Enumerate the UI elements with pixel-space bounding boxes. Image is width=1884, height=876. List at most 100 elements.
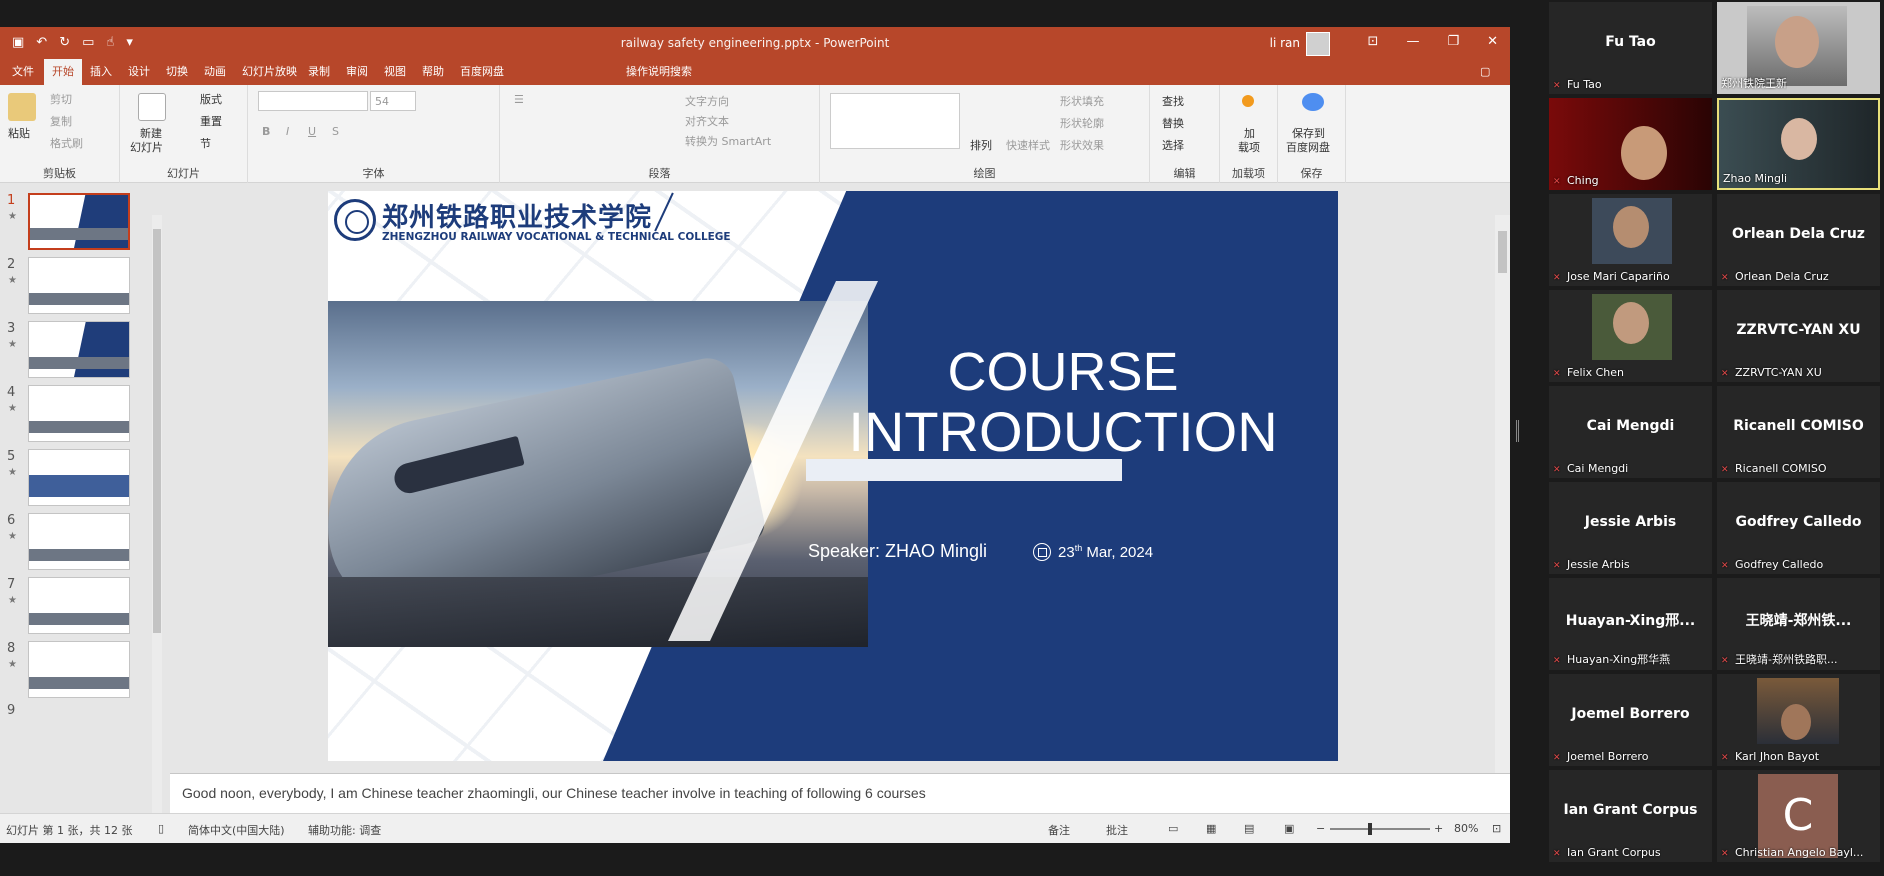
slide-title-line1[interactable]: COURSE xyxy=(778,341,1338,403)
tab-design[interactable]: 设计 xyxy=(120,59,158,85)
convert-smartart-button[interactable]: 转换为 SmartArt xyxy=(685,133,771,149)
addins-button-line2[interactable]: 载项 xyxy=(1238,139,1260,155)
comments-icon[interactable]: ▢ xyxy=(1472,59,1498,85)
replace-button[interactable]: 替换 xyxy=(1162,115,1184,131)
quick-styles-button[interactable]: 快速样式 xyxy=(1006,137,1050,153)
comments-button[interactable]: 批注 xyxy=(1106,822,1128,838)
language-indicator[interactable]: 简体中文(中国大陆) xyxy=(188,822,285,838)
participant-tile[interactable]: Cai Mengdi ✕ Cai Mengdi xyxy=(1549,386,1712,478)
slide-thumbnail[interactable] xyxy=(28,449,130,506)
tab-review[interactable]: 审阅 xyxy=(338,59,376,85)
shapes-gallery[interactable] xyxy=(830,93,960,149)
ribbon-display-icon[interactable]: ⊡ xyxy=(1368,34,1379,49)
shape-fill-button[interactable]: 形状填充 xyxy=(1060,93,1104,109)
paste-button[interactable]: 粘贴 xyxy=(8,125,30,141)
participant-tile[interactable]: ✕ Ching xyxy=(1549,98,1712,190)
slide-sorter-icon[interactable]: ▦ xyxy=(1206,822,1216,835)
bold-icon[interactable]: B xyxy=(262,125,270,138)
participant-tile[interactable]: 郑州铁院王新 xyxy=(1717,2,1880,94)
font-size-input[interactable]: 54 xyxy=(370,91,416,111)
normal-view-icon[interactable]: ▭ xyxy=(1168,822,1178,835)
slide-thumbnail[interactable] xyxy=(28,193,130,250)
font-family-input[interactable] xyxy=(258,91,368,111)
slide-scrollbar[interactable] xyxy=(1495,215,1510,805)
shape-outline-button[interactable]: 形状轮廓 xyxy=(1060,115,1104,131)
speaker-notes-pane[interactable]: Good noon, everybody, I am Chinese teach… xyxy=(170,773,1510,813)
format-painter-button[interactable]: 格式刷 xyxy=(50,135,83,151)
participant-tile-active-speaker[interactable]: Zhao Mingli xyxy=(1717,98,1880,190)
participant-tile[interactable]: ✕ Jose Mari Capariño xyxy=(1549,194,1712,286)
slide-thumbnail[interactable] xyxy=(28,385,130,442)
slide-thumbnail[interactable] xyxy=(28,513,130,570)
section-button[interactable]: 节 xyxy=(200,135,211,151)
user-name[interactable]: li ran xyxy=(1270,36,1300,50)
italic-icon[interactable]: I xyxy=(286,125,289,138)
speaker-text[interactable]: Speaker: ZHAO Mingli xyxy=(808,541,987,562)
addins-icon[interactable] xyxy=(1242,95,1254,107)
layout-button[interactable]: 版式 xyxy=(200,91,222,107)
cut-button[interactable]: 剪切 xyxy=(50,91,72,107)
date-text[interactable]: 23th Mar, 2024 xyxy=(1058,543,1153,561)
tab-animations[interactable]: 动画 xyxy=(196,59,234,85)
participant-tile[interactable]: Fu Tao ✕ Fu Tao xyxy=(1549,2,1712,94)
participant-tile[interactable]: 王晓靖-郑州铁... ✕ 王晓靖-郑州铁路职... xyxy=(1717,578,1880,670)
tab-record[interactable]: 录制 xyxy=(300,59,338,85)
close-icon[interactable]: ✕ xyxy=(1487,34,1498,49)
slide-thumbnail[interactable] xyxy=(28,577,130,634)
reset-button[interactable]: 重置 xyxy=(200,113,222,129)
participant-tile[interactable]: Ian Grant Corpus ✕ Ian Grant Corpus xyxy=(1549,770,1712,862)
reading-view-icon[interactable]: ▤ xyxy=(1244,822,1254,835)
participant-tile[interactable]: ✕ Karl Jhon Bayot xyxy=(1717,674,1880,766)
slide-title-line2[interactable]: INTRODUCTION xyxy=(778,399,1338,464)
tab-insert[interactable]: 插入 xyxy=(82,59,120,85)
baidu-cloud-icon[interactable] xyxy=(1302,93,1324,111)
new-slide-icon[interactable] xyxy=(138,93,166,121)
tell-me-search[interactable]: 操作说明搜索 xyxy=(618,59,700,85)
participant-tile[interactable]: Huayan-Xing邢... ✕ Huayan-Xing邢华燕 xyxy=(1549,578,1712,670)
zoom-out-icon[interactable]: − xyxy=(1316,822,1325,835)
participant-tile[interactable]: Joemel Borrero ✕ Joemel Borrero xyxy=(1549,674,1712,766)
tab-slideshow[interactable]: 幻灯片放映 xyxy=(234,59,305,85)
slide-thumbnail[interactable] xyxy=(28,321,130,378)
text-direction-button[interactable]: 文字方向 xyxy=(685,93,729,109)
panel-resize-handle[interactable] xyxy=(1516,420,1519,442)
accessibility-status[interactable]: 辅助功能: 调查 xyxy=(308,822,381,838)
tab-home[interactable]: 开始 xyxy=(44,59,82,85)
new-slide-button-line2[interactable]: 幻灯片 xyxy=(130,139,163,155)
save-to-baidu-button-line2[interactable]: 百度网盘 xyxy=(1286,139,1330,155)
current-slide[interactable]: 郑州铁路职业技术学院 ZHENGZHOU RAILWAY VOCATIONAL … xyxy=(328,191,1338,761)
bullets-icon[interactable]: ☰ xyxy=(514,93,524,106)
tab-transitions[interactable]: 切换 xyxy=(158,59,196,85)
copy-button[interactable]: 复制 xyxy=(50,113,72,129)
shadow-icon[interactable]: S xyxy=(332,125,339,138)
underline-icon[interactable]: U xyxy=(308,125,316,138)
participant-tile[interactable]: Godfrey Calledo ✕ Godfrey Calledo xyxy=(1717,482,1880,574)
notes-button[interactable]: 备注 xyxy=(1048,822,1070,838)
participant-tile[interactable]: ✕ Felix Chen xyxy=(1549,290,1712,382)
speaker-notes-text[interactable]: Good noon, everybody, I am Chinese teach… xyxy=(182,785,926,801)
restore-icon[interactable]: ❐ xyxy=(1447,34,1459,49)
proofing-icon[interactable]: ▯ xyxy=(158,822,164,835)
participant-tile[interactable]: Ricanell COMISO ✕ Ricanell COMISO xyxy=(1717,386,1880,478)
participant-tile[interactable]: ZZRVTC-YAN XU ✕ ZZRVTC-YAN XU xyxy=(1717,290,1880,382)
slide-thumbnail[interactable] xyxy=(28,641,130,698)
zoom-level[interactable]: 80% xyxy=(1454,822,1478,835)
paste-icon[interactable] xyxy=(8,93,36,121)
select-button[interactable]: 选择 xyxy=(1162,137,1184,153)
participant-tile[interactable]: C ✕ Christian Angelo Bayl... xyxy=(1717,770,1880,862)
tab-file[interactable]: 文件 xyxy=(4,59,42,85)
fit-to-window-icon[interactable]: ⊡ xyxy=(1492,822,1501,835)
find-button[interactable]: 查找 xyxy=(1162,93,1184,109)
user-avatar[interactable] xyxy=(1306,32,1330,56)
shape-effects-button[interactable]: 形状效果 xyxy=(1060,137,1104,153)
tab-view[interactable]: 视图 xyxy=(376,59,414,85)
zoom-in-icon[interactable]: + xyxy=(1434,822,1443,835)
thumbnail-scrollbar[interactable] xyxy=(152,215,162,843)
slide-thumbnail[interactable] xyxy=(28,257,130,314)
participant-tile[interactable]: Orlean Dela Cruz ✕ Orlean Dela Cruz xyxy=(1717,194,1880,286)
tab-baidu[interactable]: 百度网盘 xyxy=(452,59,512,85)
tab-help[interactable]: 帮助 xyxy=(414,59,452,85)
minimize-icon[interactable]: — xyxy=(1406,34,1419,49)
zoom-slider[interactable] xyxy=(1330,823,1430,835)
participant-tile[interactable]: Jessie Arbis ✕ Jessie Arbis xyxy=(1549,482,1712,574)
